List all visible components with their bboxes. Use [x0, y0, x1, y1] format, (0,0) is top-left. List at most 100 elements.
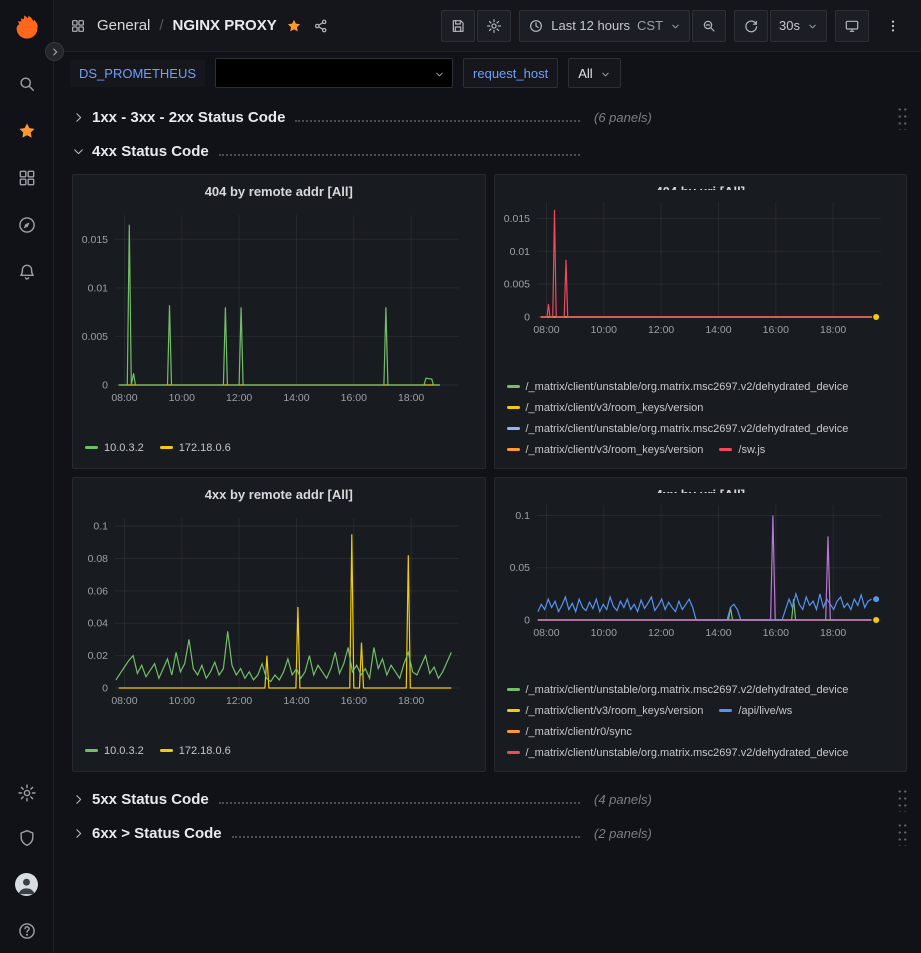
- panel-title[interactable]: 404 by remote addr [All]: [81, 181, 477, 203]
- kebab-menu-icon: [885, 18, 901, 34]
- panel-4xx-by-uri: 4xx by uri [All] 08:0010:0012:0014:0016:…: [494, 477, 908, 772]
- grafana-logo-icon[interactable]: [13, 14, 41, 42]
- tv-mode-button[interactable]: [835, 10, 869, 42]
- variables-bar: DS_PROMETHEUS request_host All: [54, 52, 921, 92]
- time-series-chart[interactable]: 08:0010:0012:0014:0016:0018:0000.050.1: [503, 505, 899, 645]
- svg-text:08:00: 08:00: [533, 627, 559, 639]
- legend-item[interactable]: /_matrix/client/v3/room_keys/version: [507, 444, 704, 456]
- legend-item[interactable]: /_matrix/client/r0/sync: [507, 726, 632, 738]
- legend-swatch: [160, 749, 173, 752]
- grafana-app: General / NGINX PROXY: [0, 0, 921, 953]
- row-title: 4xx Status Code: [92, 143, 209, 160]
- star-icon[interactable]: [286, 18, 302, 34]
- svg-text:0.02: 0.02: [88, 650, 109, 662]
- svg-text:0.01: 0.01: [88, 282, 109, 294]
- row-header-6xx[interactable]: 6xx > Status Code (2 panels): [72, 818, 907, 848]
- svg-text:08:00: 08:00: [111, 392, 137, 404]
- legend-item[interactable]: /api/live/ws: [719, 705, 792, 717]
- panel-404-by-uri: 404 by uri [All] 08:0010:0012:0014:0016:…: [494, 174, 908, 469]
- legend-swatch: [160, 446, 173, 449]
- row-title: 1xx - 3xx - 2xx Status Code: [92, 109, 285, 126]
- apps-grid-icon[interactable]: [70, 18, 86, 34]
- legend-swatch: [507, 427, 520, 430]
- legend-item[interactable]: 10.0.3.2: [85, 745, 144, 757]
- server-admin-shield-icon[interactable]: [17, 828, 37, 848]
- configuration-gear-icon[interactable]: [17, 783, 37, 803]
- more-options-kebab-button[interactable]: [877, 10, 909, 42]
- row-panel-count: (4 panels): [594, 792, 652, 807]
- alerting-bell-icon[interactable]: [17, 262, 37, 282]
- legend-item[interactable]: /_matrix/client/v3/room_keys/version: [507, 402, 704, 414]
- legend-item[interactable]: /sw.js: [719, 444, 765, 456]
- legend-item[interactable]: /_matrix/client/v3/room_keys/version: [507, 705, 704, 717]
- request-host-variable-select[interactable]: All: [568, 58, 620, 88]
- panel-title[interactable]: 4xx by remote addr [All]: [81, 484, 477, 506]
- row-drag-handle[interactable]: [896, 820, 907, 846]
- legend-item[interactable]: /_matrix/client/unstable/org.matrix.msc2…: [507, 381, 849, 393]
- clock-icon: [528, 18, 544, 34]
- legend-swatch: [719, 448, 732, 451]
- row-header-1xx-3xx-2xx[interactable]: 1xx - 3xx - 2xx Status Code (6 panels): [72, 102, 907, 132]
- row-drag-handle[interactable]: [896, 786, 907, 812]
- sidebar-expand-button[interactable]: [45, 42, 64, 61]
- legend-item[interactable]: /_matrix/client/unstable/org.matrix.msc2…: [507, 747, 849, 759]
- svg-text:0: 0: [102, 380, 108, 392]
- legend-item[interactable]: 10.0.3.2: [85, 442, 144, 454]
- refresh-button[interactable]: [734, 10, 768, 42]
- share-icon[interactable]: [313, 18, 329, 34]
- legend-swatch: [719, 709, 732, 712]
- svg-text:18:00: 18:00: [819, 324, 845, 336]
- svg-text:14:00: 14:00: [283, 392, 309, 404]
- refresh-interval-dropdown[interactable]: 30s: [770, 10, 827, 42]
- time-series-chart[interactable]: 08:0010:0012:0014:0016:0018:0000.0050.01…: [503, 202, 899, 342]
- zoom-out-icon: [701, 18, 717, 34]
- panel-legend: /_matrix/client/unstable/org.matrix.msc2…: [503, 679, 899, 763]
- svg-text:0.01: 0.01: [509, 246, 530, 258]
- svg-text:0.005: 0.005: [82, 331, 108, 343]
- page-title[interactable]: NGINX PROXY: [173, 17, 277, 34]
- row-header-5xx[interactable]: 5xx Status Code (4 panels): [72, 784, 907, 814]
- refresh-icon: [743, 18, 759, 34]
- user-avatar[interactable]: [15, 873, 38, 896]
- time-range-picker[interactable]: Last 12 hours CST: [519, 10, 690, 42]
- svg-text:0.015: 0.015: [503, 213, 529, 225]
- zoom-out-button[interactable]: [692, 10, 726, 42]
- row-drag-handle[interactable]: [896, 104, 907, 130]
- search-icon[interactable]: [17, 74, 37, 94]
- main-area: General / NGINX PROXY: [54, 0, 921, 953]
- svg-text:14:00: 14:00: [705, 627, 731, 639]
- panel-title[interactable]: 404 by uri [All]: [503, 181, 899, 190]
- monitor-icon: [844, 18, 860, 34]
- datasource-variable-select[interactable]: [215, 58, 453, 88]
- request-host-variable-label-box[interactable]: request_host: [463, 58, 558, 88]
- chevron-down-icon: [670, 20, 681, 31]
- dashboard-toolbar: Last 12 hours CST: [441, 10, 909, 42]
- svg-text:10:00: 10:00: [169, 695, 195, 707]
- row-dotted-leader: [295, 120, 580, 122]
- row-dotted-leader: [232, 836, 580, 838]
- svg-text:08:00: 08:00: [111, 695, 137, 707]
- help-icon[interactable]: [17, 921, 37, 941]
- legend-swatch: [507, 385, 520, 388]
- dashboards-grid-icon[interactable]: [17, 168, 37, 188]
- panel-title[interactable]: 4xx by uri [All]: [503, 484, 899, 493]
- panel-legend: 10.0.3.2 172.18.0.6: [81, 740, 477, 763]
- time-series-chart[interactable]: 08:0010:0012:0014:0016:0018:0000.0050.01…: [81, 215, 477, 410]
- dashboard-settings-button[interactable]: [477, 10, 511, 42]
- legend-item[interactable]: 172.18.0.6: [160, 442, 231, 454]
- save-dashboard-button[interactable]: [441, 10, 475, 42]
- sidebar-nav: [17, 74, 37, 282]
- breadcrumb-folder[interactable]: General: [97, 17, 150, 34]
- starred-dashboards-icon[interactable]: [17, 121, 37, 141]
- explore-compass-icon[interactable]: [17, 215, 37, 235]
- legend-item[interactable]: /_matrix/client/unstable/org.matrix.msc2…: [507, 423, 849, 435]
- datasource-variable-label[interactable]: DS_PROMETHEUS: [70, 60, 205, 87]
- row-title: 5xx Status Code: [92, 791, 209, 808]
- svg-text:10:00: 10:00: [590, 627, 616, 639]
- time-series-chart[interactable]: 08:0010:0012:0014:0016:0018:0000.020.040…: [81, 518, 477, 713]
- row-header-4xx[interactable]: 4xx Status Code: [72, 136, 907, 166]
- legend-item[interactable]: /_matrix/client/unstable/org.matrix.msc2…: [507, 684, 849, 696]
- panel-legend: 10.0.3.2 172.18.0.6: [81, 437, 477, 460]
- legend-item[interactable]: 172.18.0.6: [160, 745, 231, 757]
- panel-legend: /_matrix/client/unstable/org.matrix.msc2…: [503, 376, 899, 460]
